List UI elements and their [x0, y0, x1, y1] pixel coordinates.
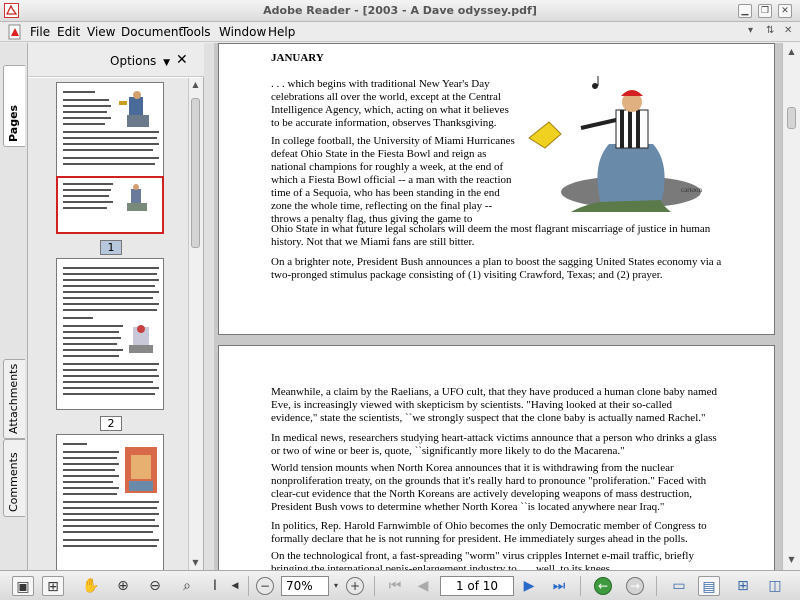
toolbar-separator	[374, 576, 375, 596]
hand-tool-icon[interactable]: ✋	[80, 576, 102, 596]
options-menu[interactable]: Options ▼	[110, 54, 170, 68]
visible-area-indicator[interactable]	[56, 176, 164, 234]
svg-text:cartoon: cartoon	[681, 186, 702, 194]
continuous-page-icon[interactable]: ▤	[698, 576, 720, 596]
menu-window[interactable]: Window	[219, 25, 266, 39]
zoom-out-tool-icon[interactable]: ⊖	[144, 576, 166, 596]
doc-minimize-button[interactable]: ▾	[748, 25, 753, 36]
paragraph: Ohio State in what future legal scholars…	[271, 223, 711, 248]
tab-attachments[interactable]: Attachments	[3, 359, 25, 439]
zoom-input[interactable]: 70%	[281, 576, 329, 596]
continuous-facing-icon[interactable]: ⊞	[732, 576, 754, 596]
next-page-icon[interactable]: ▶	[518, 576, 540, 596]
doc-restore-button[interactable]: ⇅	[766, 25, 774, 36]
pdf-document-icon	[8, 24, 21, 40]
zoom-out-button[interactable]: −	[256, 577, 274, 595]
bottom-toolbar: ▣ ⊞ ✋ ⊕ ⊖ ⌕ I ◀ − 70% ▾ + ⏮ ◀ 1 of 10 ▶ …	[0, 570, 800, 600]
document-view: JANUARY . . . which begins with traditio…	[214, 43, 782, 570]
previous-page-icon[interactable]: ◀	[412, 576, 434, 596]
close-pane-icon[interactable]: ✕	[176, 52, 188, 68]
paragraph: . . . which begins with traditional New …	[271, 78, 509, 129]
toolbar-separator	[248, 576, 249, 596]
maximize-button[interactable]: ❐	[758, 4, 772, 18]
tab-pages[interactable]: Pages	[3, 65, 25, 147]
referee-cartoon-image: cartoon	[528, 76, 702, 212]
single-page-icon[interactable]: ▭	[668, 576, 690, 596]
facing-page-icon[interactable]: ◫	[764, 576, 786, 596]
thumbnail-scrollbar[interactable]: ▲ ▼	[188, 78, 203, 570]
zoom-in-tool-icon[interactable]: ⊕	[112, 576, 134, 596]
thumbnail-list: 1 2	[28, 78, 188, 570]
thumbnails-pane: Options ▼ ✕ 1 2 ▲ ▼	[28, 43, 204, 570]
menu-help[interactable]: Help	[268, 25, 295, 39]
toolbar-separator	[580, 576, 581, 596]
document-page-1: JANUARY . . . which begins with traditio…	[218, 43, 775, 335]
paragraph: On a brighter note, President Bush annou…	[271, 256, 722, 281]
page-number-input[interactable]: 1 of 10	[440, 576, 514, 596]
scroll-down-arrow-icon[interactable]: ▼	[785, 553, 798, 566]
paragraph: Meanwhile, a claim by the Raelians, a UF…	[271, 386, 717, 424]
last-page-icon[interactable]: ⏭	[548, 576, 570, 596]
previous-view-icon[interactable]: ←	[594, 577, 612, 595]
scroll-up-arrow-icon[interactable]: ▲	[189, 78, 202, 91]
page-label-1: 1	[100, 240, 122, 255]
chevron-down-icon: ▼	[163, 58, 171, 68]
tab-attachments-label: Attachments	[7, 363, 20, 434]
page-label-2: 2	[100, 416, 122, 431]
menu-view[interactable]: View	[87, 25, 115, 39]
menu-file[interactable]: File	[30, 25, 50, 39]
zoom-dropdown-icon[interactable]: ▾	[330, 576, 342, 596]
document-scrollbar[interactable]: ▲ ▼	[782, 43, 800, 570]
thumbnail-scroll-thumb[interactable]	[191, 98, 200, 248]
paragraph: World tension mounts when North Korea an…	[271, 462, 707, 513]
minimize-button[interactable]: ▁	[738, 4, 752, 18]
pane-splitter[interactable]	[204, 43, 214, 570]
menu-edit[interactable]: Edit	[57, 25, 80, 39]
tab-comments[interactable]: Comments	[3, 439, 25, 517]
document-scroll-thumb[interactable]	[787, 107, 796, 129]
cartoon-thumbnail-icon	[129, 325, 153, 353]
menu-bar: File Edit View Document Tools Window Hel…	[0, 22, 800, 42]
navigation-tabs: Pages Attachments Comments	[0, 43, 28, 570]
page-heading: JANUARY	[271, 52, 324, 64]
doc-close-button[interactable]: ✕	[784, 25, 792, 36]
toolbar-separator	[656, 576, 657, 596]
zoom-in-button[interactable]: +	[346, 577, 364, 595]
paragraph: In college football, the University of M…	[271, 135, 515, 225]
paragraph: In medical news, researchers studying he…	[271, 432, 717, 457]
tab-comments-label: Comments	[7, 452, 20, 512]
scroll-up-arrow-icon[interactable]: ▲	[785, 45, 798, 58]
cartoon-thumbnail-icon	[125, 447, 157, 493]
options-label: Options	[110, 54, 157, 68]
menu-document[interactable]: Document	[121, 25, 183, 39]
dynamic-zoom-icon[interactable]: ⌕	[176, 576, 198, 596]
fullscreen-icon[interactable]: ▣	[12, 576, 34, 596]
title-bar: Adobe Reader - [2003 - A Dave odyssey.pd…	[0, 0, 800, 22]
page-thumbnail-2[interactable]	[56, 258, 164, 410]
tab-pages-label: Pages	[7, 104, 20, 142]
menu-tools[interactable]: Tools	[181, 25, 211, 39]
scroll-down-arrow-icon[interactable]: ▼	[189, 556, 202, 569]
paragraph: In politics, Rep. Harold Farnwimble of O…	[271, 520, 707, 545]
thumbnails-header: Options ▼ ✕	[28, 43, 204, 77]
first-page-icon[interactable]: ⏮	[384, 576, 406, 596]
page-thumbnail-3[interactable]	[56, 434, 164, 570]
window-title: Adobe Reader - [2003 - A Dave odyssey.pd…	[263, 4, 537, 17]
chevron-left-icon[interactable]: ◀	[228, 576, 242, 596]
select-tool-icon[interactable]: ⊞	[42, 576, 64, 596]
paragraph: On the technological front, a fast-sprea…	[271, 550, 694, 570]
document-page-2: Meanwhile, a claim by the Raelians, a UF…	[218, 345, 775, 570]
cartoon-thumbnail-icon	[119, 91, 149, 127]
next-view-icon[interactable]: →	[626, 577, 644, 595]
text-cursor-icon[interactable]: I	[204, 576, 226, 596]
close-window-button[interactable]: ✕	[778, 4, 792, 18]
